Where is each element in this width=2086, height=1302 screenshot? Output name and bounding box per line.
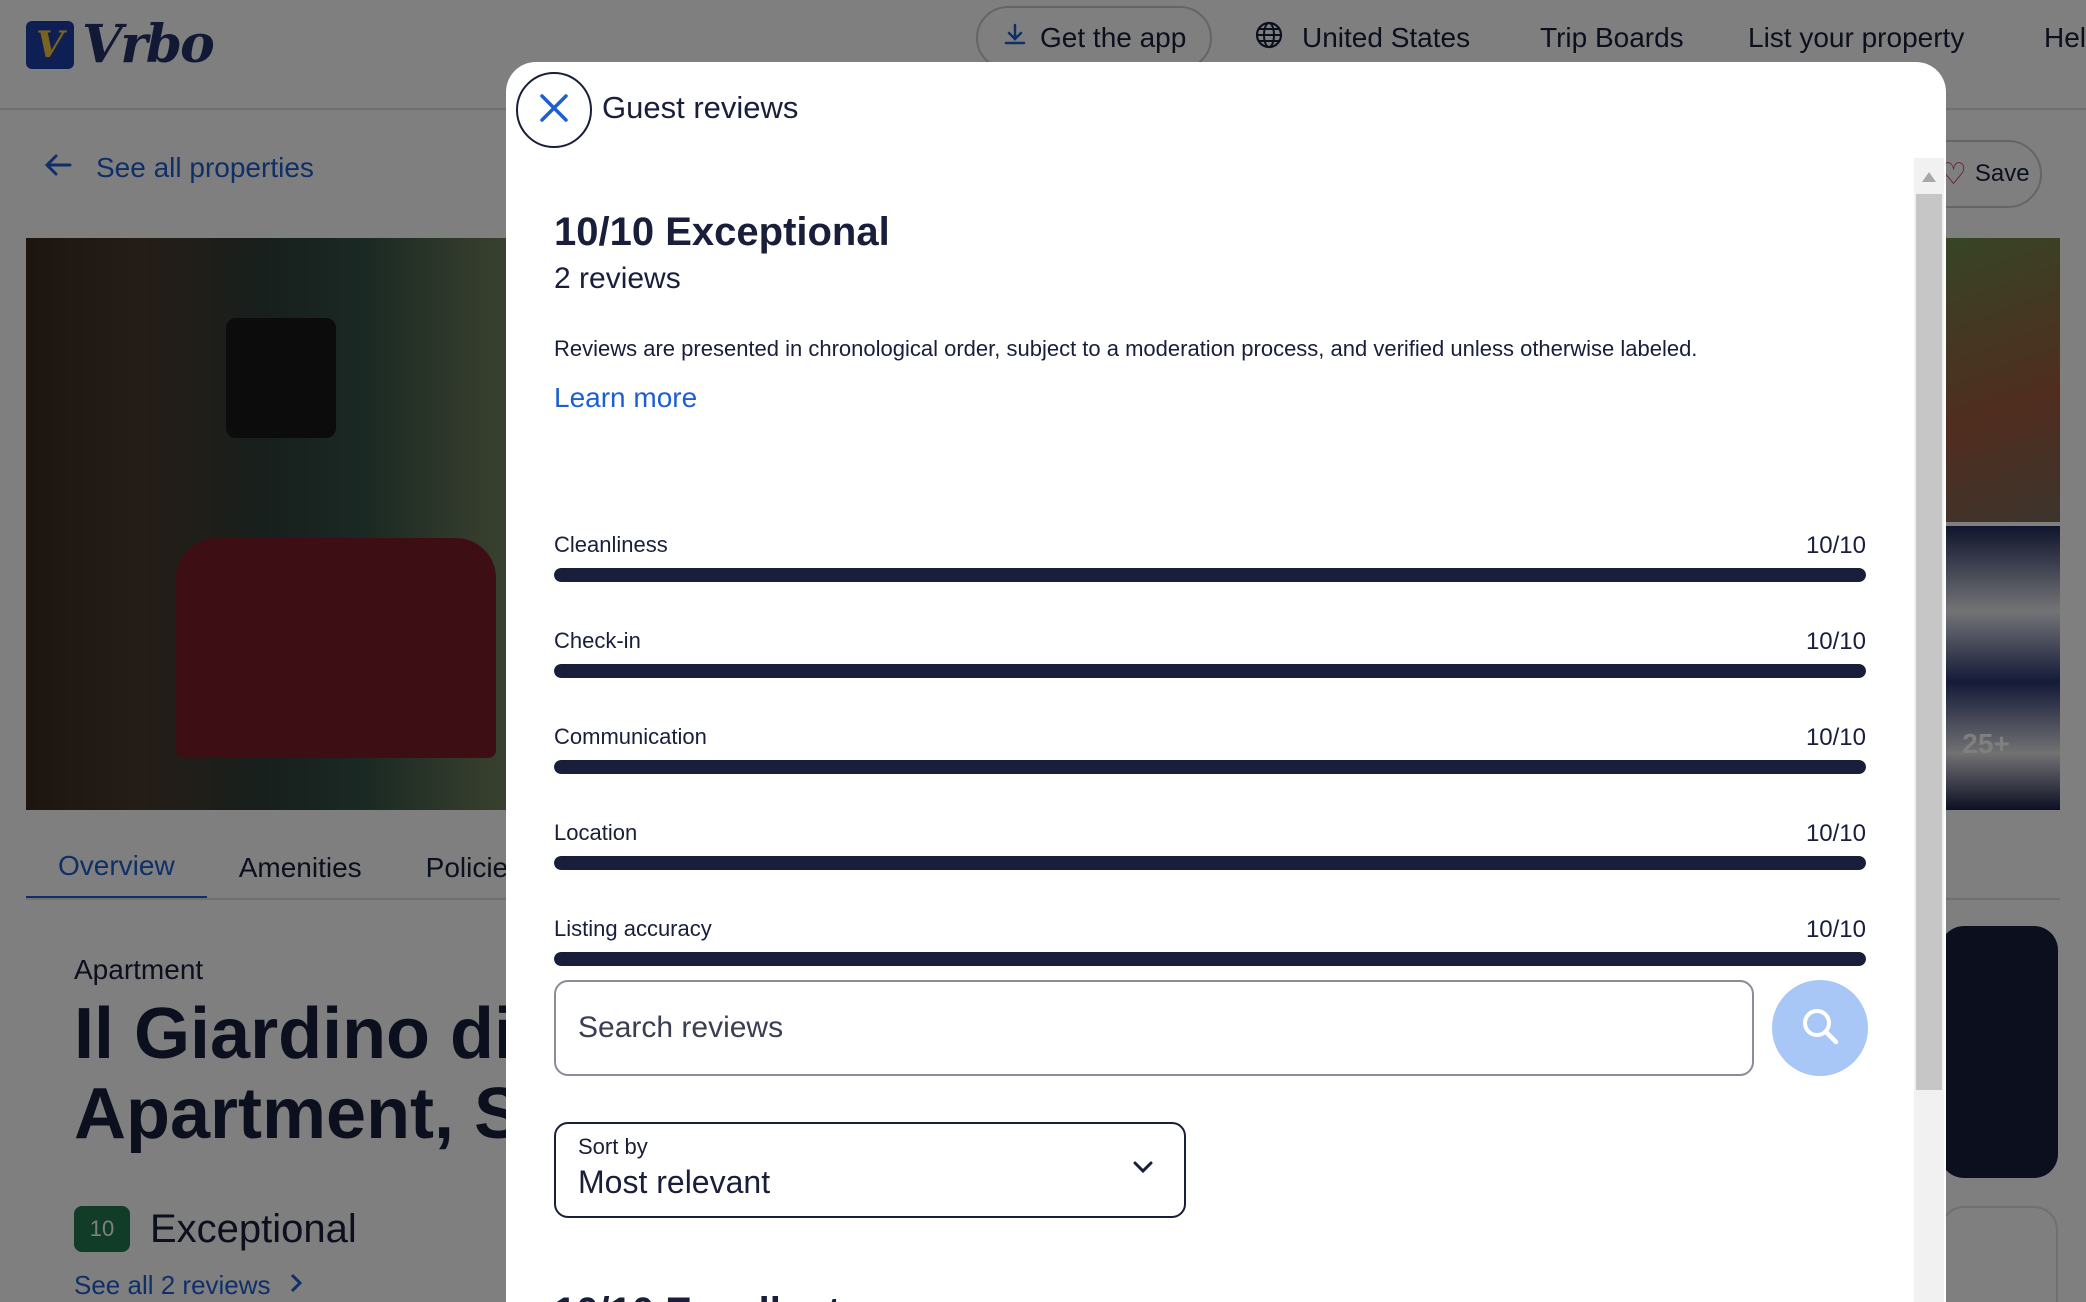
category-check-in: Check-in 10/10	[554, 628, 1866, 698]
close-button[interactable]	[516, 72, 592, 148]
dialog-header: Guest reviews	[506, 62, 1946, 158]
sort-by-label: Sort by	[578, 1134, 648, 1159]
scroll-up-arrow-icon[interactable]	[1922, 172, 1936, 182]
scrollbar[interactable]	[1914, 158, 1944, 1302]
scrollbar-thumb[interactable]	[1916, 194, 1942, 1090]
category-listing-accuracy: Listing accuracy 10/10	[554, 916, 1866, 986]
review-count: 2 reviews	[554, 262, 681, 295]
category-score: 10/10	[1805, 916, 1866, 943]
category-bar	[554, 568, 1866, 582]
category-label: Check-in	[554, 628, 641, 653]
dialog-title: Guest reviews	[602, 90, 799, 125]
category-label: Communication	[554, 724, 707, 749]
chevron-down-icon	[1132, 1160, 1154, 1179]
search-reviews-input[interactable]	[554, 980, 1754, 1076]
category-bar	[554, 856, 1866, 870]
sort-by-select[interactable]: Sort by Most relevant	[554, 1122, 1186, 1218]
category-bar	[554, 664, 1866, 678]
category-score: 10/10	[1805, 628, 1866, 655]
search-icon	[1799, 1005, 1841, 1052]
category-bar-fill	[554, 568, 1866, 582]
category-score: 10/10	[1805, 724, 1866, 751]
category-score: 10/10	[1805, 532, 1866, 559]
category-bar-fill	[554, 760, 1866, 774]
category-label: Listing accuracy	[554, 916, 712, 941]
category-score: 10/10	[1805, 820, 1866, 847]
category-location: Location 10/10	[554, 820, 1866, 890]
category-label: Location	[554, 820, 638, 845]
learn-more-link[interactable]: Learn more	[554, 382, 697, 414]
guest-reviews-dialog: Guest reviews 10/10 Exceptional 2 review…	[506, 62, 1946, 1302]
category-communication: Communication 10/10	[554, 724, 1866, 794]
category-bar	[554, 952, 1866, 966]
review-disclaimer: Reviews are presented in chronological o…	[554, 336, 1698, 361]
review-item-heading: 10/10 Excellent	[554, 1290, 841, 1302]
category-bar-fill	[554, 856, 1866, 870]
overall-score-title: 10/10 Exceptional	[554, 210, 890, 254]
category-cleanliness: Cleanliness 10/10	[554, 532, 1866, 602]
sort-by-value: Most relevant	[578, 1164, 771, 1200]
category-bar-fill	[554, 952, 1866, 966]
close-icon	[537, 91, 571, 130]
category-bar	[554, 760, 1866, 774]
category-bar-fill	[554, 664, 1866, 678]
category-label: Cleanliness	[554, 532, 668, 557]
search-button[interactable]	[1772, 980, 1868, 1076]
